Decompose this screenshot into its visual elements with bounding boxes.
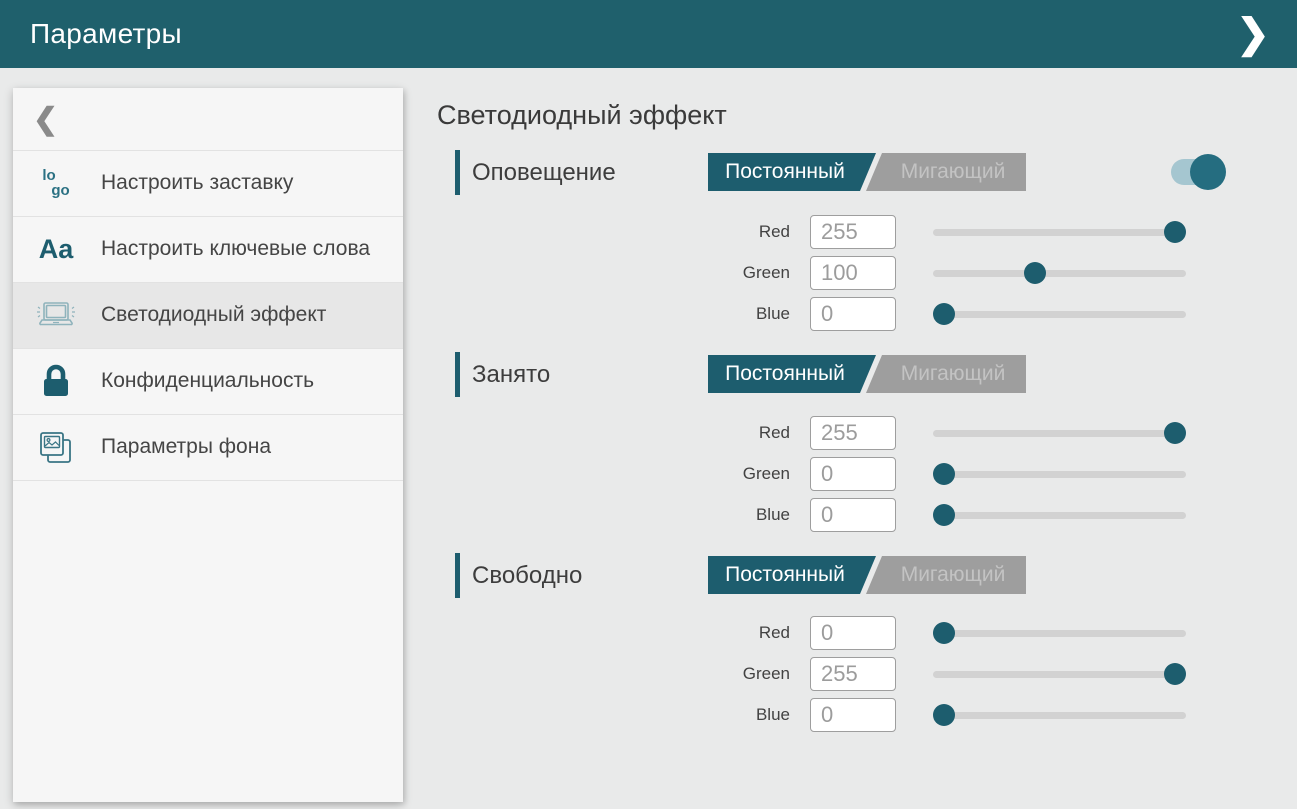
channel-row: Green xyxy=(455,457,1200,491)
mode-option-constant[interactable]: Постоянный xyxy=(708,355,876,393)
channel-slider[interactable] xyxy=(933,457,1186,491)
slider-track xyxy=(933,229,1186,236)
slider-track xyxy=(933,270,1186,277)
channel-label: Blue xyxy=(625,498,790,532)
sidebar-item-label: Настроить заставку xyxy=(101,170,293,196)
slider-thumb[interactable] xyxy=(933,303,955,325)
section-title: Свободно xyxy=(472,553,582,598)
slider-track xyxy=(933,671,1186,678)
slider-thumb[interactable] xyxy=(933,463,955,485)
settings-screen: Параметры ❯ ❮ logo Настроить заставку Aa… xyxy=(0,0,1297,809)
slider-track xyxy=(933,430,1186,437)
channel-row: Blue xyxy=(455,698,1200,732)
section-accent-bar xyxy=(455,352,460,397)
notification-toggle[interactable] xyxy=(1171,159,1223,185)
section-free-header: Свободно Постоянный Мигающий xyxy=(455,553,1245,599)
images-icon xyxy=(33,429,79,467)
slider-thumb[interactable] xyxy=(933,622,955,644)
sidebar-item-background[interactable]: Параметры фона xyxy=(13,415,403,481)
logo-icon: logo xyxy=(33,169,79,198)
mode-option-blinking[interactable]: Мигающий xyxy=(866,556,1026,594)
mode-option-constant[interactable]: Постоянный xyxy=(708,556,876,594)
sidebar-item-label: Настроить ключевые слова xyxy=(101,236,370,262)
section-notification-header: Оповещение Постоянный Мигающий xyxy=(455,150,1245,196)
channel-label: Red xyxy=(625,616,790,650)
channel-value-input[interactable] xyxy=(810,457,896,491)
sidebar: ❮ logo Настроить заставку Aa Настроить к… xyxy=(13,88,403,802)
sidebar-item-label: Светодиодный эффект xyxy=(101,302,326,328)
channel-label: Green xyxy=(625,457,790,491)
channel-slider[interactable] xyxy=(933,297,1186,331)
channel-label: Red xyxy=(625,215,790,249)
channel-label: Green xyxy=(625,256,790,290)
channel-row: Red xyxy=(455,215,1200,249)
channel-label: Green xyxy=(625,657,790,691)
channel-row: Red xyxy=(455,416,1200,450)
channel-row: Blue xyxy=(455,297,1200,331)
chevron-left-icon: ❮ xyxy=(33,102,58,137)
sidebar-item-label: Конфиденциальность xyxy=(101,368,314,394)
channel-value-input[interactable] xyxy=(810,416,896,450)
slider-track xyxy=(933,712,1186,719)
sidebar-item-keywords[interactable]: Aa Настроить ключевые слова xyxy=(13,217,403,283)
slider-thumb[interactable] xyxy=(1164,422,1186,444)
section-title: Занято xyxy=(472,352,550,397)
slider-track xyxy=(933,630,1186,637)
channel-slider[interactable] xyxy=(933,215,1186,249)
channel-row: Red xyxy=(455,616,1200,650)
sidebar-item-label: Параметры фона xyxy=(101,434,271,460)
section-accent-bar xyxy=(455,553,460,598)
sidebar-item-led-effect[interactable]: Светодиодный эффект xyxy=(13,283,403,349)
channel-slider[interactable] xyxy=(933,698,1186,732)
channel-value-input[interactable] xyxy=(810,498,896,532)
content-title: Светодиодный эффект xyxy=(437,100,727,131)
mode-segmented-control: Постоянный Мигающий xyxy=(708,355,1026,393)
display-icon xyxy=(33,297,79,335)
lock-icon xyxy=(33,363,79,401)
channel-value-input[interactable] xyxy=(810,698,896,732)
section-accent-bar xyxy=(455,150,460,195)
slider-track xyxy=(933,512,1186,519)
section-title: Оповещение xyxy=(472,150,616,195)
mode-segmented-control: Постоянный Мигающий xyxy=(708,556,1026,594)
channel-value-input[interactable] xyxy=(810,215,896,249)
mode-option-blinking[interactable]: Мигающий xyxy=(866,153,1026,191)
channel-value-input[interactable] xyxy=(810,297,896,331)
slider-thumb[interactable] xyxy=(1164,663,1186,685)
channel-value-input[interactable] xyxy=(810,256,896,290)
slider-thumb[interactable] xyxy=(1164,221,1186,243)
slider-thumb[interactable] xyxy=(933,704,955,726)
slider-thumb[interactable] xyxy=(1024,262,1046,284)
channel-value-input[interactable] xyxy=(810,616,896,650)
channel-row: Green xyxy=(455,657,1200,691)
channel-slider[interactable] xyxy=(933,616,1186,650)
mode-segmented-control: Постоянный Мигающий xyxy=(708,153,1026,191)
mode-option-blinking[interactable]: Мигающий xyxy=(866,355,1026,393)
channel-label: Blue xyxy=(625,297,790,331)
slider-track xyxy=(933,471,1186,478)
sidebar-item-screensaver[interactable]: logo Настроить заставку xyxy=(13,151,403,217)
chevron-right-icon: ❯ xyxy=(1236,11,1270,57)
sidebar-item-privacy[interactable]: Конфиденциальность xyxy=(13,349,403,415)
slider-track xyxy=(933,311,1186,318)
channel-slider[interactable] xyxy=(933,498,1186,532)
aa-icon: Aa xyxy=(33,234,79,265)
back-button[interactable]: ❮ xyxy=(13,88,403,151)
channel-label: Red xyxy=(625,416,790,450)
channel-slider[interactable] xyxy=(933,657,1186,691)
section-busy-header: Занято Постоянный Мигающий xyxy=(455,352,1245,398)
slider-thumb[interactable] xyxy=(933,504,955,526)
forward-button[interactable]: ❯ xyxy=(1223,0,1283,68)
channel-row: Green xyxy=(455,256,1200,290)
mode-option-constant[interactable]: Постоянный xyxy=(708,153,876,191)
page-title: Параметры xyxy=(30,18,182,50)
channel-slider[interactable] xyxy=(933,416,1186,450)
channel-value-input[interactable] xyxy=(810,657,896,691)
channel-row: Blue xyxy=(455,498,1200,532)
channel-label: Blue xyxy=(625,698,790,732)
channel-slider[interactable] xyxy=(933,256,1186,290)
toggle-knob xyxy=(1190,154,1226,190)
app-header: Параметры ❯ xyxy=(0,0,1297,68)
